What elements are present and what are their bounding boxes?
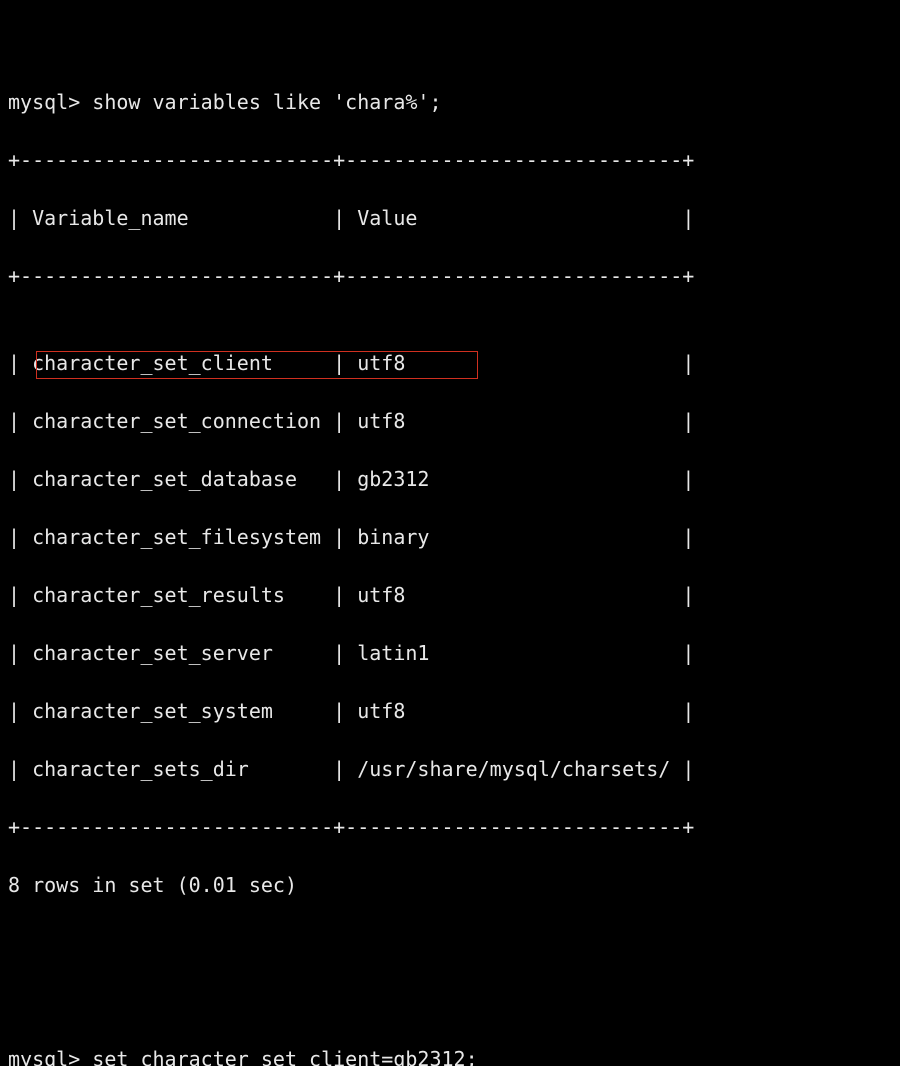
table-sep: +--------------------------+------------… [8,146,892,175]
var-name: character_set_client [32,349,321,378]
table-row: | character_set_results | utf8 | [8,581,892,610]
blank-line [8,929,892,958]
terminal-output: mysql> show variables like 'chara%'; +--… [0,0,900,1066]
var-value: utf8 [357,349,670,378]
var-value: utf8 [357,697,670,726]
var-name: character_set_filesystem [32,523,321,552]
var-name: character_set_database [32,465,321,494]
table-row: | character_sets_dir | /usr/share/mysql/… [8,755,892,784]
col-header-variable-name: Variable_name [32,204,321,233]
var-value: utf8 [357,407,670,436]
prompt-line[interactable]: mysql> show variables like 'chara%'; [8,88,892,117]
table-row: | character_set_filesystem | binary | [8,523,892,552]
table-sep: +--------------------------+------------… [8,262,892,291]
table-row: | character_set_client | utf8 | [8,349,892,378]
table-sep: +--------------------------+------------… [8,813,892,842]
prompt-line[interactable]: mysql> set character_set_client=gb2312; [8,1045,892,1066]
var-name: character_set_results [32,581,321,610]
var-value: binary [357,523,670,552]
table-row: | character_set_connection | utf8 | [8,407,892,436]
table-row: | character_set_database | gb2312 | [8,465,892,494]
var-name: character_sets_dir [32,755,321,784]
table-row: | character_set_server | latin1 | [8,639,892,668]
result-summary: 8 rows in set (0.01 sec) [8,871,892,900]
mysql-prompt: mysql> [8,90,80,114]
var-name: character_set_server [32,639,321,668]
var-value: gb2312 [357,465,670,494]
var-name: character_set_system [32,697,321,726]
col-header-value: Value [357,204,670,233]
command-show-variables: show variables like 'chara%'; [92,90,441,114]
var-value: latin1 [357,639,670,668]
table-row: | character_set_system | utf8 | [8,697,892,726]
command-set-charset: set character_set_client=gb2312; [92,1047,477,1066]
var-value: /usr/share/mysql/charsets/ [357,755,670,784]
var-name: character_set_connection [32,407,321,436]
var-value: utf8 [357,581,670,610]
mysql-prompt: mysql> [8,1047,80,1066]
table-header: | Variable_name | Value | [8,204,892,233]
